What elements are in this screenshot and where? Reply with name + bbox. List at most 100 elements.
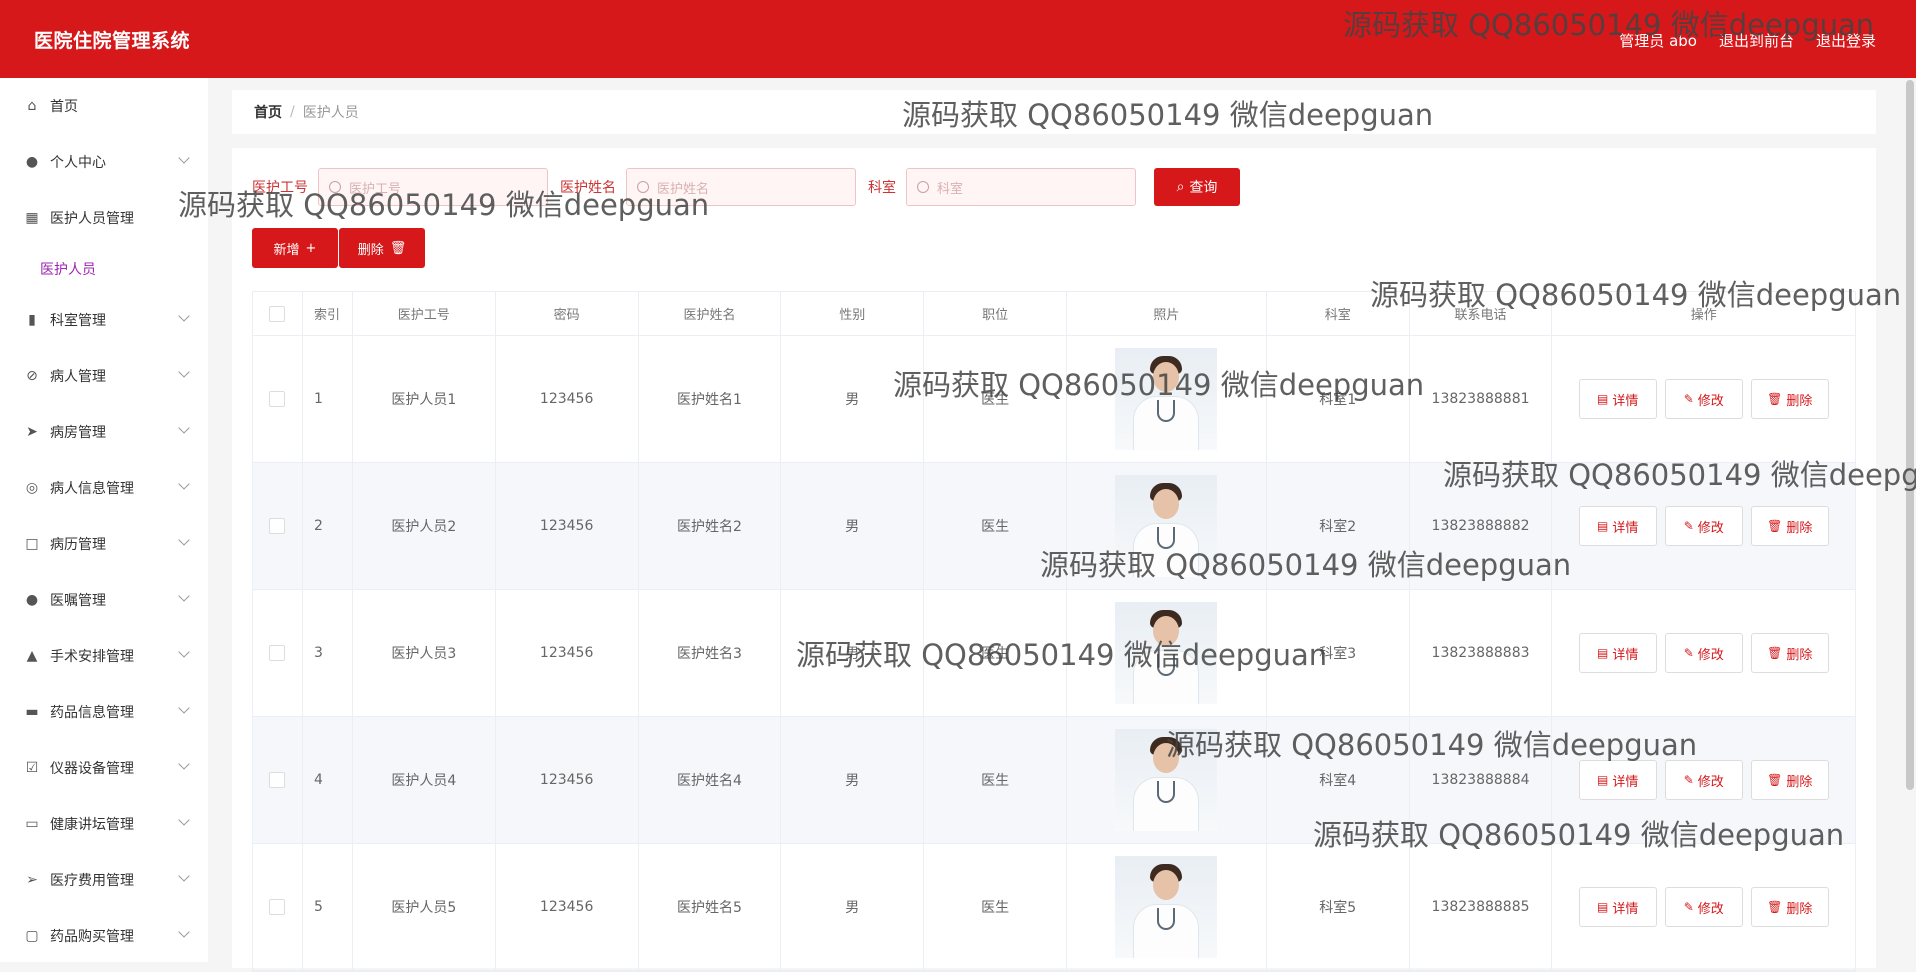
- table-cell: 医护人员3: [353, 590, 496, 716]
- table-cell: 科室5: [1267, 844, 1410, 970]
- table-cell: 男: [781, 717, 925, 843]
- detail-button[interactable]: ▤ 详情: [1578, 506, 1657, 546]
- batch-delete-button[interactable]: 删除 🗑: [339, 228, 425, 268]
- row-checkbox[interactable]: [269, 391, 286, 407]
- add-button[interactable]: 新增 +: [252, 228, 338, 268]
- table-row: 3 医护人员3 123456 医护姓名3 男医生 科室3 13823888883 ▤ 详情 ✎…: [253, 590, 1855, 717]
- delete-button[interactable]: 🗑 删除: [1750, 887, 1829, 927]
- column-header: 联系电话: [1410, 292, 1553, 335]
- edit-button[interactable]: ✎ 修改: [1664, 379, 1743, 419]
- table-cell: 医护人员5: [353, 844, 496, 970]
- pencil-icon: ✎: [1683, 773, 1694, 787]
- table-cell: 男: [781, 590, 925, 716]
- trash-icon: 🗑: [1767, 519, 1783, 533]
- detail-button[interactable]: ▤ 详情: [1578, 379, 1657, 419]
- table-cell: 123456: [496, 336, 639, 462]
- department-input[interactable]: 科室: [906, 168, 1136, 206]
- edit-button[interactable]: ✎ 修改: [1664, 506, 1743, 546]
- row-checkbox[interactable]: [269, 518, 286, 534]
- detail-button[interactable]: ▤ 详情: [1578, 633, 1657, 673]
- sidebar-item[interactable]: ▮ 科室管理: [0, 292, 208, 348]
- operations-cell: ▤ 详情 ✎ 修改 🗑 删除: [1552, 844, 1855, 970]
- select-all-checkbox[interactable]: [269, 305, 286, 322]
- action-buttons: 新增 + 删除 🗑: [252, 228, 425, 268]
- delete-button[interactable]: 🗑 删除: [1750, 506, 1829, 546]
- send-icon: ➤: [26, 424, 38, 440]
- sidebar-item[interactable]: ⌂ 首页: [0, 78, 208, 134]
- edit-button[interactable]: ✎ 修改: [1664, 633, 1743, 673]
- user-icon: ●: [25, 154, 39, 170]
- table-row: 4 医护人员4 123456 医护姓名4 男医生 科室4 13823888884 ▤ 详情 ✎…: [253, 717, 1855, 844]
- staff-name-input[interactable]: 医护姓名: [626, 168, 856, 206]
- page-scrollbar[interactable]: [1906, 80, 1914, 790]
- sidebar-item[interactable]: ▬ 药品信息管理: [0, 684, 208, 740]
- row-checkbox[interactable]: [269, 772, 286, 788]
- row-checkbox[interactable]: [269, 645, 286, 661]
- chat-icon: ▢: [25, 928, 39, 944]
- sidebar-item[interactable]: ⊘ 病人管理: [0, 348, 208, 404]
- pencil-icon: ✎: [1683, 900, 1694, 914]
- staff-photo: [1115, 602, 1218, 704]
- chevron-down-icon: [178, 870, 190, 882]
- edit-label: 修改: [1697, 393, 1724, 409]
- document-icon: ▤: [1597, 646, 1609, 660]
- sidebar-item-label: 仪器设备管理: [50, 761, 134, 777]
- chevron-down-icon: [178, 926, 190, 938]
- row-checkbox[interactable]: [269, 899, 286, 915]
- chevron-down-icon: [178, 758, 190, 770]
- sidebar-item[interactable]: ▢ 药品购买管理: [0, 908, 208, 962]
- grid-icon: ▦: [25, 210, 39, 226]
- sidebar-item[interactable]: ◎ 病人信息管理: [0, 460, 208, 516]
- row-checkbox-cell: [253, 717, 303, 843]
- table-cell: 123456: [496, 463, 639, 589]
- sidebar-item[interactable]: ▲ 手术安排管理: [0, 628, 208, 684]
- chevron-down-icon: [178, 310, 190, 322]
- sidebar-item[interactable]: □ 病历管理: [0, 516, 208, 572]
- sidebar-item[interactable]: ➢ 医疗费用管理: [0, 852, 208, 908]
- staff-no-input[interactable]: 医护工号: [318, 168, 548, 206]
- sidebar-item-label: 健康讲坛管理: [50, 817, 134, 833]
- detail-button[interactable]: ▤ 详情: [1578, 887, 1657, 927]
- document-icon: ▤: [1597, 392, 1609, 406]
- edit-button[interactable]: ✎ 修改: [1664, 760, 1743, 800]
- sidebar-item[interactable]: 医护人员: [0, 246, 208, 292]
- trash-icon: 🗑: [1767, 392, 1783, 406]
- sidebar-item[interactable]: ● 医嘱管理: [0, 572, 208, 628]
- query-button[interactable]: ⌕ 查询: [1154, 168, 1240, 206]
- table-cell: 医护姓名3: [639, 590, 782, 716]
- column-header: 性别: [781, 292, 925, 335]
- delete-button[interactable]: 🗑 删除: [1750, 633, 1829, 673]
- chevron-down-icon: [178, 366, 190, 378]
- delete-label: 删除: [1786, 774, 1813, 790]
- table-cell: 医护人员2: [353, 463, 496, 589]
- sidebar-item[interactable]: ➤ 病房管理: [0, 404, 208, 460]
- sidebar-item[interactable]: ▦ 医护人员管理: [0, 190, 208, 246]
- edit-button[interactable]: ✎ 修改: [1664, 887, 1743, 927]
- table-row: 5 医护人员5 123456 医护姓名5 男医生 科室5 13823888885 ▤ 详情 ✎…: [253, 844, 1855, 971]
- breadcrumb-home[interactable]: 首页: [254, 102, 282, 122]
- back-to-frontend-link[interactable]: 退出到前台: [1719, 30, 1794, 51]
- breadcrumb: 首页 / 医护人员: [232, 90, 1876, 134]
- chevron-down-icon: [178, 534, 190, 546]
- delete-button[interactable]: 🗑 删除: [1750, 379, 1829, 419]
- table-cell: 医生: [924, 590, 1068, 716]
- photo-cell: [1067, 336, 1267, 462]
- edit-label: 修改: [1697, 774, 1724, 790]
- admin-user-link[interactable]: 管理员 abo: [1619, 30, 1697, 51]
- table-header: 索引 医护工号 密码 医护姓名 性别 职位 照片 科室 联系电话 操作: [253, 292, 1855, 336]
- trash-icon: 🗑: [1767, 646, 1783, 660]
- sidebar-item[interactable]: ▭ 健康讲坛管理: [0, 796, 208, 852]
- detail-button[interactable]: ▤ 详情: [1578, 760, 1657, 800]
- operations-cell: ▤ 详情 ✎ 修改 🗑 删除: [1552, 336, 1855, 462]
- sidebar-item[interactable]: ● 个人中心: [0, 134, 208, 190]
- sidebar-item[interactable]: ☑ 仪器设备管理: [0, 740, 208, 796]
- logout-link[interactable]: 退出登录: [1816, 30, 1876, 51]
- detail-label: 详情: [1612, 647, 1639, 663]
- delete-button[interactable]: 🗑 删除: [1750, 760, 1829, 800]
- table-cell: 男: [781, 336, 925, 462]
- home-icon: ⌂: [27, 98, 37, 114]
- sidebar-item-label: 病人管理: [50, 369, 106, 385]
- content-panel: 医护工号 医护工号 医护姓名 医护姓名 科室 科室 ⌕ 查询 新增 + 删除 🗑…: [232, 148, 1876, 972]
- column-header: 科室: [1267, 292, 1410, 335]
- trend-icon: ▲: [26, 648, 38, 664]
